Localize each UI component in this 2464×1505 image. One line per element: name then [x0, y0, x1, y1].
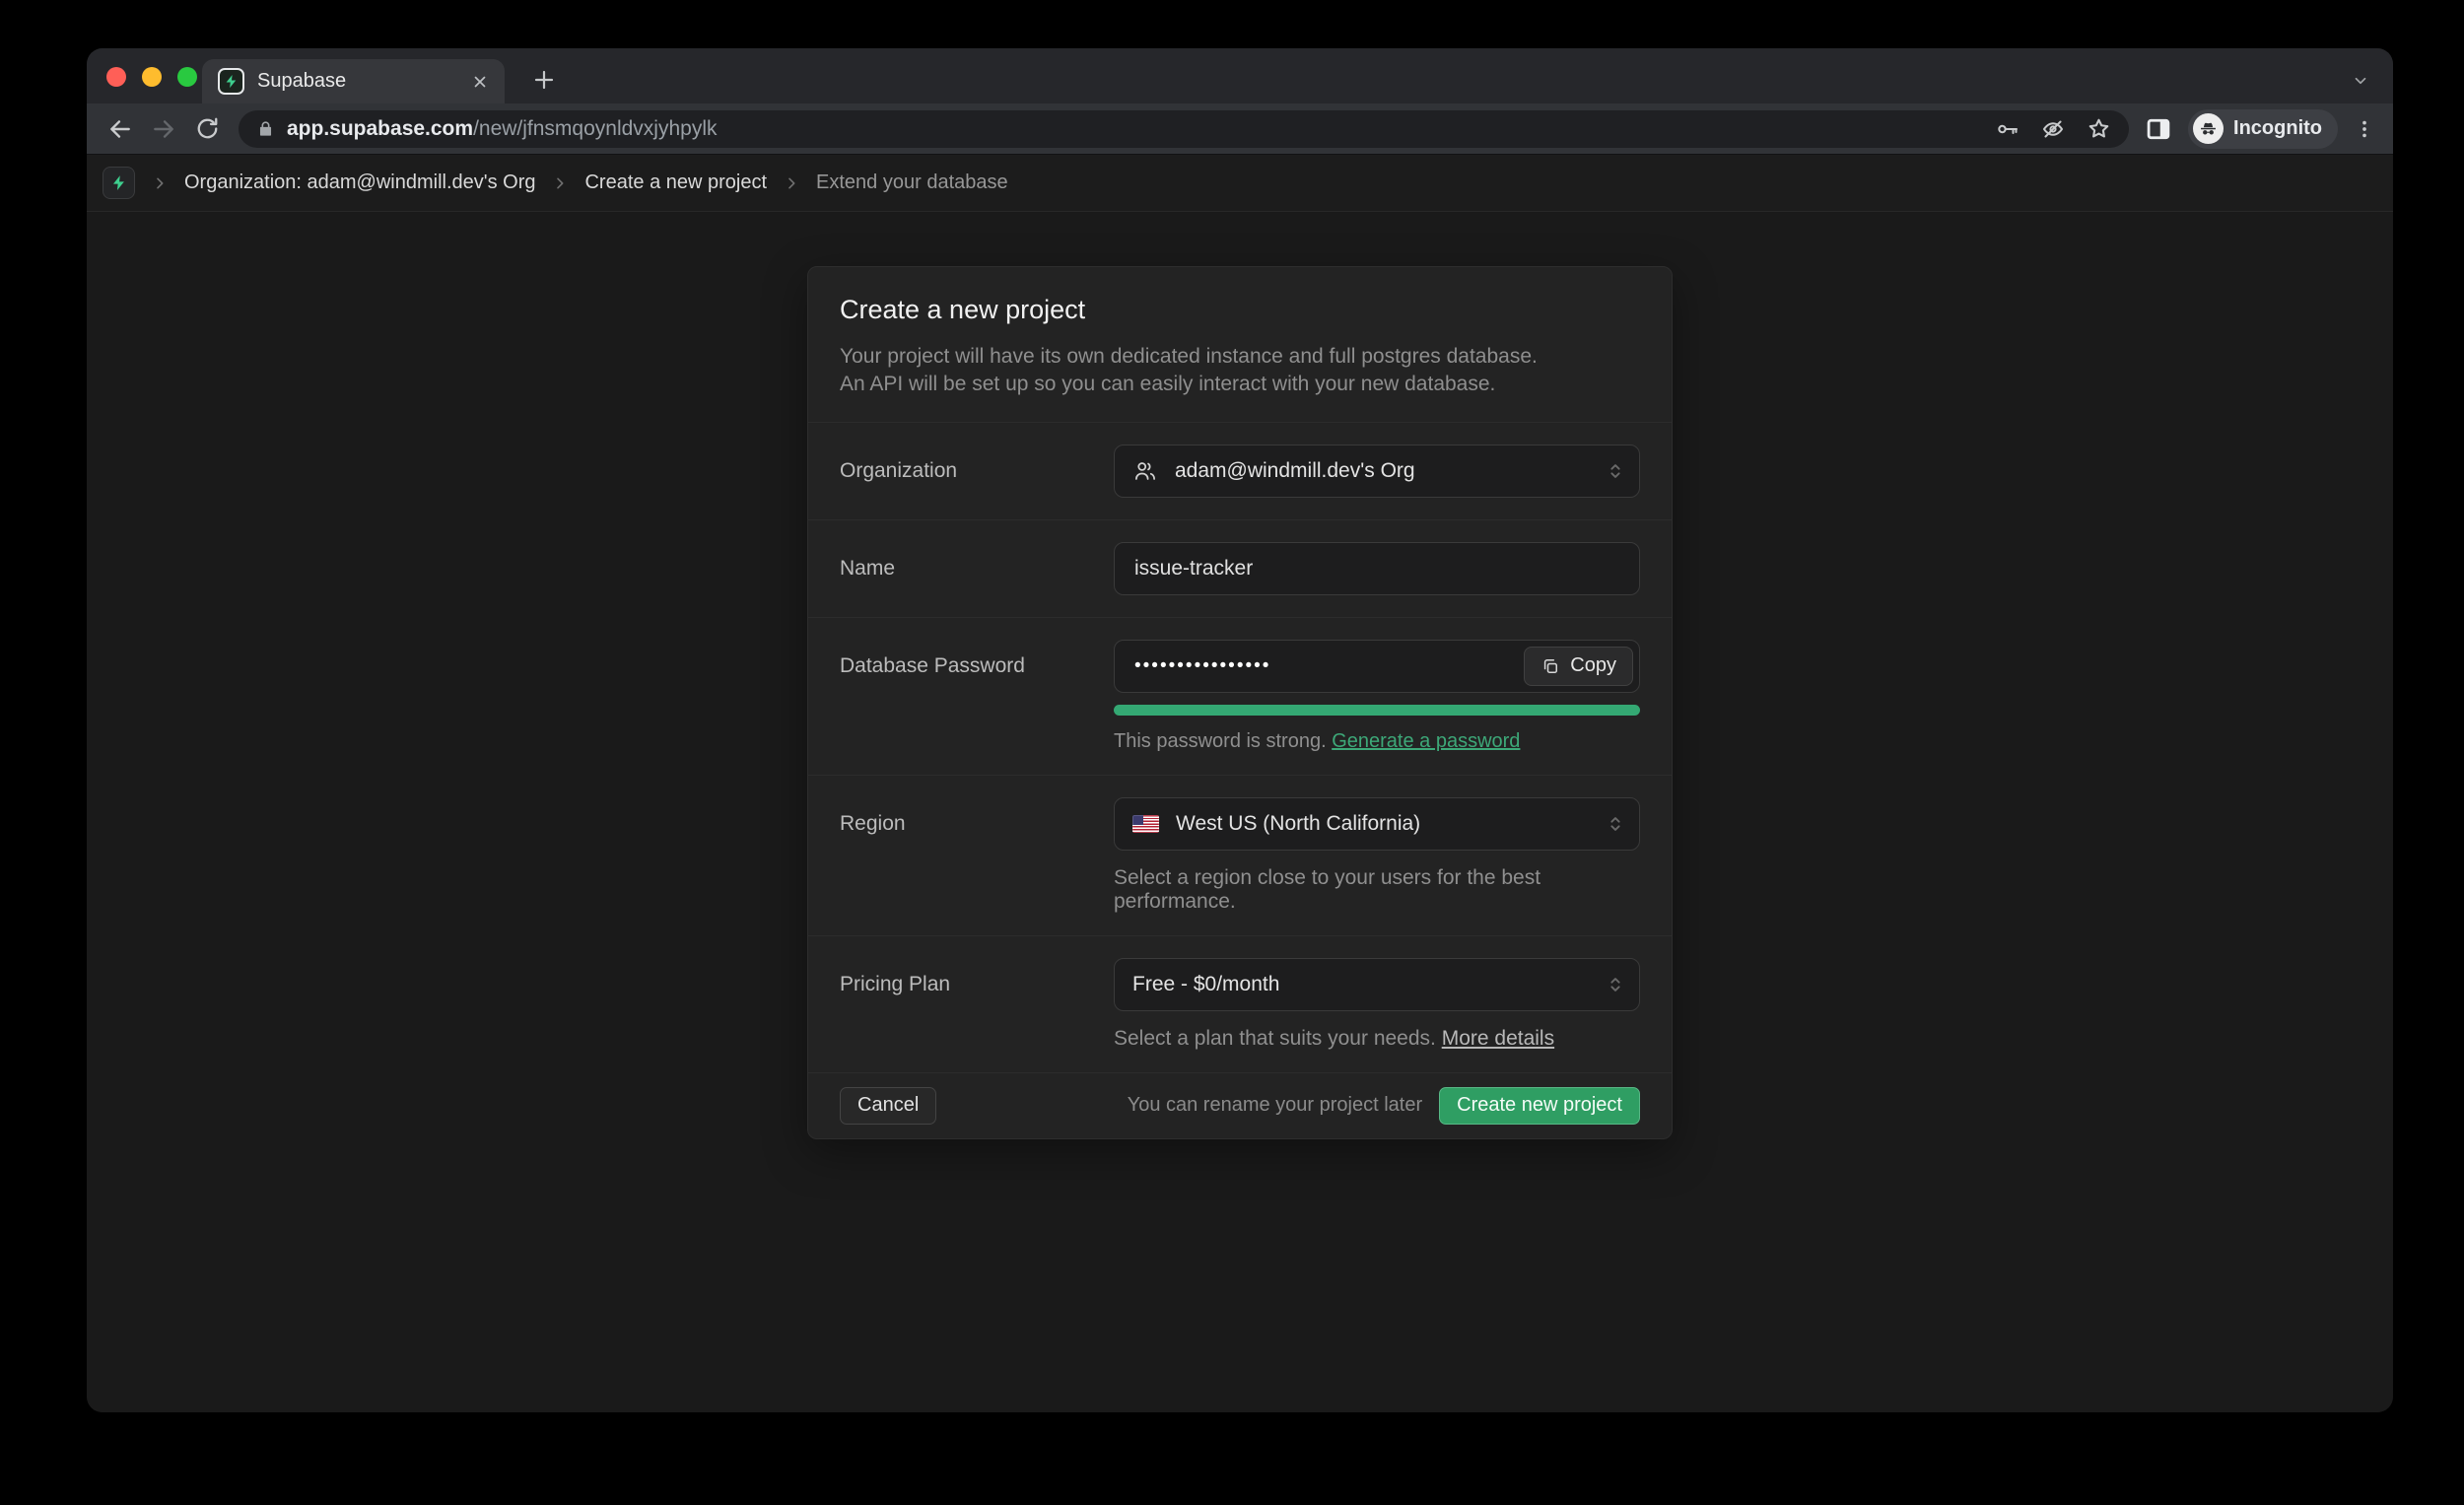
- region-value: West US (North California): [1176, 812, 1420, 836]
- chevron-updown-icon: [1605, 813, 1626, 835]
- supabase-logo-icon[interactable]: [103, 167, 135, 199]
- page: Organization: adam@windmill.dev's Org Cr…: [87, 155, 2393, 1412]
- menu-dots-icon[interactable]: [2354, 118, 2375, 140]
- card-description: Your project will have its own dedicated…: [840, 343, 1640, 398]
- tab-supabase[interactable]: Supabase: [202, 59, 505, 103]
- pricing-hint: Select a plan that suits your needs. Mor…: [1114, 1027, 1640, 1051]
- pricing-label: Pricing Plan: [840, 958, 1114, 1051]
- name-label: Name: [840, 542, 1114, 595]
- browser-window: Supabase app.supabase.com/new/jfnsmqoynl…: [87, 48, 2393, 1412]
- incognito-label: Incognito: [2233, 117, 2322, 140]
- tab-title: Supabase: [257, 70, 458, 93]
- new-tab-button[interactable]: [532, 68, 556, 92]
- organization-row: Organization adam@windmill.dev's Org: [808, 422, 1672, 519]
- url-host: app.supabase.com: [287, 117, 473, 140]
- password-row: Database Password Copy: [808, 617, 1672, 775]
- organization-label: Organization: [840, 445, 1114, 498]
- zoom-window-button[interactable]: [177, 67, 197, 87]
- more-details-link[interactable]: More details: [1442, 1027, 1554, 1050]
- cancel-button[interactable]: Cancel: [840, 1087, 936, 1125]
- url-text: app.supabase.com/new/jfnsmqoynldvxjyhpyl…: [287, 117, 1996, 141]
- copy-password-button[interactable]: Copy: [1524, 647, 1633, 686]
- organization-value: adam@windmill.dev's Org: [1175, 459, 1415, 483]
- password-key-icon[interactable]: [1996, 117, 2019, 141]
- region-select[interactable]: West US (North California): [1114, 797, 1640, 851]
- lock-icon: [256, 119, 275, 138]
- card-header: Create a new project Your project will h…: [808, 267, 1672, 422]
- incognito-badge[interactable]: Incognito: [2188, 109, 2338, 149]
- window-controls: [106, 67, 197, 87]
- tab-close-icon[interactable]: [471, 73, 489, 91]
- main-content: Create a new project Your project will h…: [87, 212, 2393, 1412]
- chevron-updown-icon: [1605, 460, 1626, 482]
- password-label: Database Password: [840, 640, 1114, 753]
- page-title: Create a new project: [840, 295, 1640, 325]
- breadcrumb-organization[interactable]: Organization: adam@windmill.dev's Org: [184, 171, 535, 194]
- region-hint: Select a region close to your users for …: [1114, 866, 1640, 914]
- card-footer: Cancel You can rename your project later…: [808, 1072, 1672, 1138]
- description-line-1: Your project will have its own dedicated…: [840, 343, 1640, 371]
- breadcrumb-create-project[interactable]: Create a new project: [584, 171, 767, 194]
- address-bar[interactable]: app.supabase.com/new/jfnsmqoynldvxjyhpyl…: [239, 110, 2129, 148]
- supabase-favicon-icon: [218, 68, 244, 95]
- side-panel-icon[interactable]: [2145, 115, 2172, 143]
- tab-search-chevron-icon[interactable]: [2352, 72, 2369, 90]
- url-path: /new/jfnsmqoynldvxjyhpylk: [473, 117, 717, 140]
- browser-toolbar: app.supabase.com/new/jfnsmqoynldvxjyhpyl…: [87, 103, 2393, 155]
- chevron-right-icon: [552, 175, 568, 191]
- pricing-select[interactable]: Free - $0/month: [1114, 958, 1640, 1011]
- region-label: Region: [840, 797, 1114, 914]
- project-name-input[interactable]: [1114, 542, 1640, 595]
- create-new-project-button[interactable]: Create new project: [1439, 1087, 1640, 1125]
- us-flag-icon: [1132, 815, 1159, 833]
- rename-note: You can rename your project later: [1128, 1094, 1422, 1117]
- pricing-hint-text: Select a plan that suits your needs.: [1114, 1027, 1436, 1050]
- generate-password-link[interactable]: Generate a password: [1332, 730, 1520, 752]
- reload-icon[interactable]: [185, 107, 229, 151]
- back-icon[interactable]: [99, 107, 142, 151]
- chevron-right-icon: [152, 175, 168, 191]
- region-row: Region West US (North California) Select…: [808, 775, 1672, 935]
- eye-slash-icon[interactable]: [2041, 117, 2065, 141]
- forward-icon[interactable]: [142, 107, 185, 151]
- minimize-window-button[interactable]: [142, 67, 162, 87]
- password-strength-bar: [1114, 705, 1640, 716]
- bookmark-star-icon[interactable]: [2087, 116, 2111, 141]
- breadcrumb: Organization: adam@windmill.dev's Org Cr…: [87, 155, 2393, 212]
- users-icon: [1132, 458, 1158, 484]
- close-window-button[interactable]: [106, 67, 126, 87]
- copy-icon: [1540, 656, 1560, 676]
- toolbar-right: Incognito: [2139, 109, 2381, 149]
- password-strength-text: This password is strong.: [1114, 730, 1327, 752]
- address-bar-icons: [1996, 116, 2111, 141]
- organization-select[interactable]: adam@windmill.dev's Org: [1114, 445, 1640, 498]
- tab-strip: Supabase: [87, 48, 2393, 103]
- pricing-value: Free - $0/month: [1132, 973, 1279, 996]
- description-line-2: An API will be set up so you can easily …: [840, 371, 1640, 398]
- create-project-card: Create a new project Your project will h…: [807, 266, 1673, 1139]
- name-row: Name: [808, 519, 1672, 617]
- chevron-updown-icon: [1605, 974, 1626, 995]
- password-hint: This password is strong. Generate a pass…: [1114, 730, 1640, 753]
- pricing-row: Pricing Plan Free - $0/month Select a pl…: [808, 935, 1672, 1072]
- incognito-icon: [2193, 113, 2224, 144]
- breadcrumb-extend-database: Extend your database: [816, 171, 1008, 194]
- copy-button-label: Copy: [1570, 654, 1616, 677]
- chevron-right-icon: [784, 175, 799, 191]
